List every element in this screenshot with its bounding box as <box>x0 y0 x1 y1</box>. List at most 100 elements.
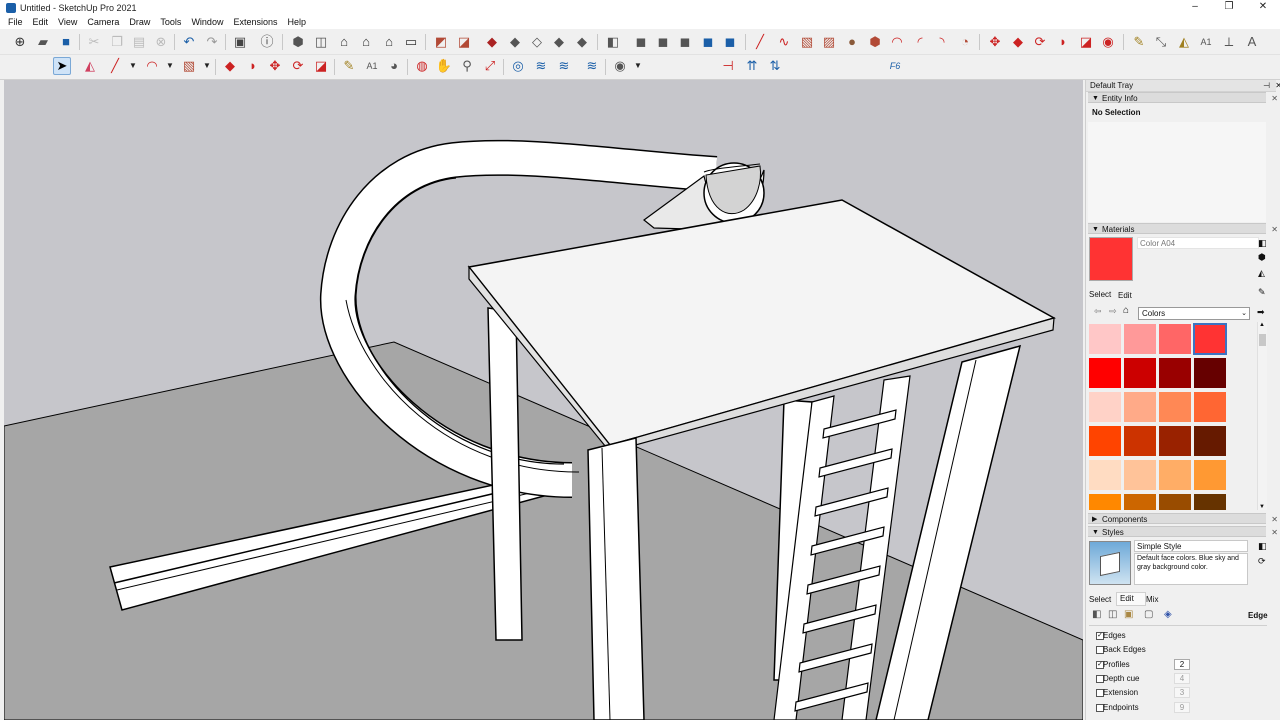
camera-icon-1[interactable]: ◼ <box>632 33 650 51</box>
erase-selection-icon[interactable]: ⊗ <box>152 33 170 51</box>
material-swatch[interactable] <box>1194 358 1226 388</box>
close-icon[interactable]: ✕ <box>1271 93 1278 104</box>
tape-measure-icon[interactable]: ✎ <box>1130 33 1148 51</box>
materials-tab-select[interactable]: Select <box>1089 290 1111 299</box>
line-tool-icon[interactable]: ╱ <box>751 33 769 51</box>
rotated-rectangle-icon[interactable]: ▨ <box>820 33 838 51</box>
move-icon[interactable]: ✥ <box>986 33 1004 51</box>
arc-tool-icon[interactable]: ◠ <box>143 57 161 75</box>
material-swatch[interactable] <box>1089 494 1121 510</box>
rectangle-icon[interactable]: ▧ <box>798 33 816 51</box>
save-icon[interactable]: ■ <box>57 33 75 51</box>
scale-icon[interactable]: ◪ <box>1077 33 1095 51</box>
material-swatch[interactable] <box>1159 460 1191 490</box>
watermark-settings-icon[interactable]: ▢ <box>1144 609 1153 620</box>
paste-icon[interactable]: ▤ <box>130 33 148 51</box>
materials-tab-edit[interactable]: Edit <box>1118 291 1132 300</box>
model-viewport[interactable] <box>4 80 1083 720</box>
modeling-settings-icon[interactable]: ◈ <box>1164 609 1172 620</box>
two-point-arc-icon[interactable]: ◜ <box>911 33 929 51</box>
menu-file[interactable]: File <box>3 17 28 27</box>
shaded-textures-icon[interactable]: ◆ <box>550 33 568 51</box>
material-library-select[interactable]: Colors ⌄ <box>1138 307 1250 320</box>
text-icon[interactable]: A1 <box>363 57 381 75</box>
components-header[interactable]: ▶ Components ✕ <box>1088 513 1278 524</box>
face-settings-icon[interactable]: ◫ <box>1108 609 1117 620</box>
edge-settings-icon[interactable]: ◧ <box>1092 609 1101 620</box>
menu-edit[interactable]: Edit <box>28 17 54 27</box>
close-icon[interactable]: ✕ <box>1275 80 1280 92</box>
material-swatch[interactable] <box>1159 358 1191 388</box>
line-tool-icon[interactable]: ╱ <box>106 57 124 75</box>
close-icon[interactable]: ✕ <box>1271 514 1278 525</box>
xray-icon[interactable]: ◩ <box>432 33 450 51</box>
default-material-icon[interactable]: ⬢ <box>1258 252 1266 263</box>
text-icon[interactable]: A1 <box>1197 33 1215 51</box>
material-swatch[interactable] <box>1124 426 1156 456</box>
new-icon[interactable]: ⊕ <box>11 33 29 51</box>
home-icon[interactable]: ⌂ <box>1123 305 1129 316</box>
extension-manager-icon[interactable]: ≋ <box>583 57 601 75</box>
follow-me-icon[interactable]: ◗ <box>244 57 262 75</box>
front-view-icon[interactable]: ⌂ <box>335 33 353 51</box>
zoom-icon[interactable]: ⚲ <box>458 57 476 75</box>
menu-view[interactable]: View <box>53 17 82 27</box>
cut-icon[interactable]: ✂ <box>85 33 103 51</box>
right-view-icon[interactable]: ⌂ <box>357 33 375 51</box>
material-swatch[interactable] <box>1089 460 1121 490</box>
print-icon[interactable]: ▣ <box>231 33 249 51</box>
style-name-field[interactable]: Simple Style <box>1134 540 1248 552</box>
offset-icon[interactable]: ◉ <box>1099 33 1117 51</box>
three-point-arc-icon[interactable]: ◝ <box>933 33 951 51</box>
scale-icon[interactable]: ◪ <box>312 57 330 75</box>
left-view-icon[interactable]: ▭ <box>402 33 420 51</box>
make-component-icon[interactable]: ◧ <box>604 33 622 51</box>
warehouse-icon[interactable]: ◎ <box>509 57 527 75</box>
style-setting-value[interactable]: 3 <box>1174 687 1190 698</box>
redo-icon[interactable]: ↷ <box>203 33 221 51</box>
scroll-up-icon[interactable]: ▲ <box>1259 322 1265 328</box>
back-edges-icon[interactable]: ◪ <box>455 33 473 51</box>
menu-draw[interactable]: Draw <box>124 17 155 27</box>
style-setting-value[interactable]: 9 <box>1174 702 1190 713</box>
close-icon[interactable]: ✕ <box>1271 527 1278 538</box>
camera-icon-5[interactable]: ◼ <box>721 33 739 51</box>
menu-help[interactable]: Help <box>282 17 311 27</box>
monochrome-icon[interactable]: ◆ <box>573 33 591 51</box>
material-swatch[interactable] <box>1159 324 1191 354</box>
material-swatch[interactable] <box>1124 358 1156 388</box>
push-pull-icon[interactable]: ◆ <box>1009 33 1027 51</box>
menu-camera[interactable]: Camera <box>82 17 124 27</box>
shaded-icon[interactable]: ◇ <box>528 33 546 51</box>
styles-tab-select[interactable]: Select <box>1089 595 1111 604</box>
details-arrow-icon[interactable]: ➡ <box>1257 307 1265 318</box>
hidden-line-icon[interactable]: ◆ <box>506 33 524 51</box>
material-swatch[interactable] <box>1194 426 1226 456</box>
material-swatch[interactable] <box>1089 392 1121 422</box>
pan-icon[interactable]: ✋ <box>435 57 453 75</box>
user-account-icon[interactable]: ◉ <box>611 57 629 75</box>
chevron-down-icon[interactable]: ▼ <box>124 57 142 75</box>
paint-bucket-icon[interactable]: ◕ <box>385 57 403 75</box>
follow-me-icon[interactable]: ◗ <box>1054 33 1072 51</box>
menu-extensions[interactable]: Extensions <box>228 17 282 27</box>
tape-measure-icon[interactable]: ✎ <box>340 57 358 75</box>
material-swatch[interactable] <box>1159 426 1191 456</box>
material-swatch[interactable] <box>1194 460 1226 490</box>
arc-icon[interactable]: ◠ <box>888 33 906 51</box>
sample-paint-icon[interactable]: ◭ <box>1258 268 1265 279</box>
restore-button[interactable]: ❐ <box>1212 0 1246 15</box>
materials-scrollbar[interactable]: ▲ ▼ <box>1257 322 1267 510</box>
material-swatch[interactable] <box>1159 392 1191 422</box>
copy-icon[interactable]: ❐ <box>108 33 126 51</box>
chevron-down-icon[interactable]: ▼ <box>629 57 647 75</box>
back-arrow-icon[interactable]: ⇦ <box>1094 306 1102 317</box>
close-icon[interactable]: ✕ <box>1271 224 1278 235</box>
freehand-icon[interactable]: ∿ <box>775 33 793 51</box>
pie-icon[interactable]: ◔ <box>956 33 974 51</box>
display-section-icon[interactable]: ⇈ <box>743 57 761 75</box>
material-swatch[interactable] <box>1124 392 1156 422</box>
material-swatch[interactable] <box>1089 324 1121 354</box>
eyedropper-icon[interactable]: ✎ <box>1258 287 1266 298</box>
style-setting-value[interactable]: 2 <box>1174 659 1190 670</box>
